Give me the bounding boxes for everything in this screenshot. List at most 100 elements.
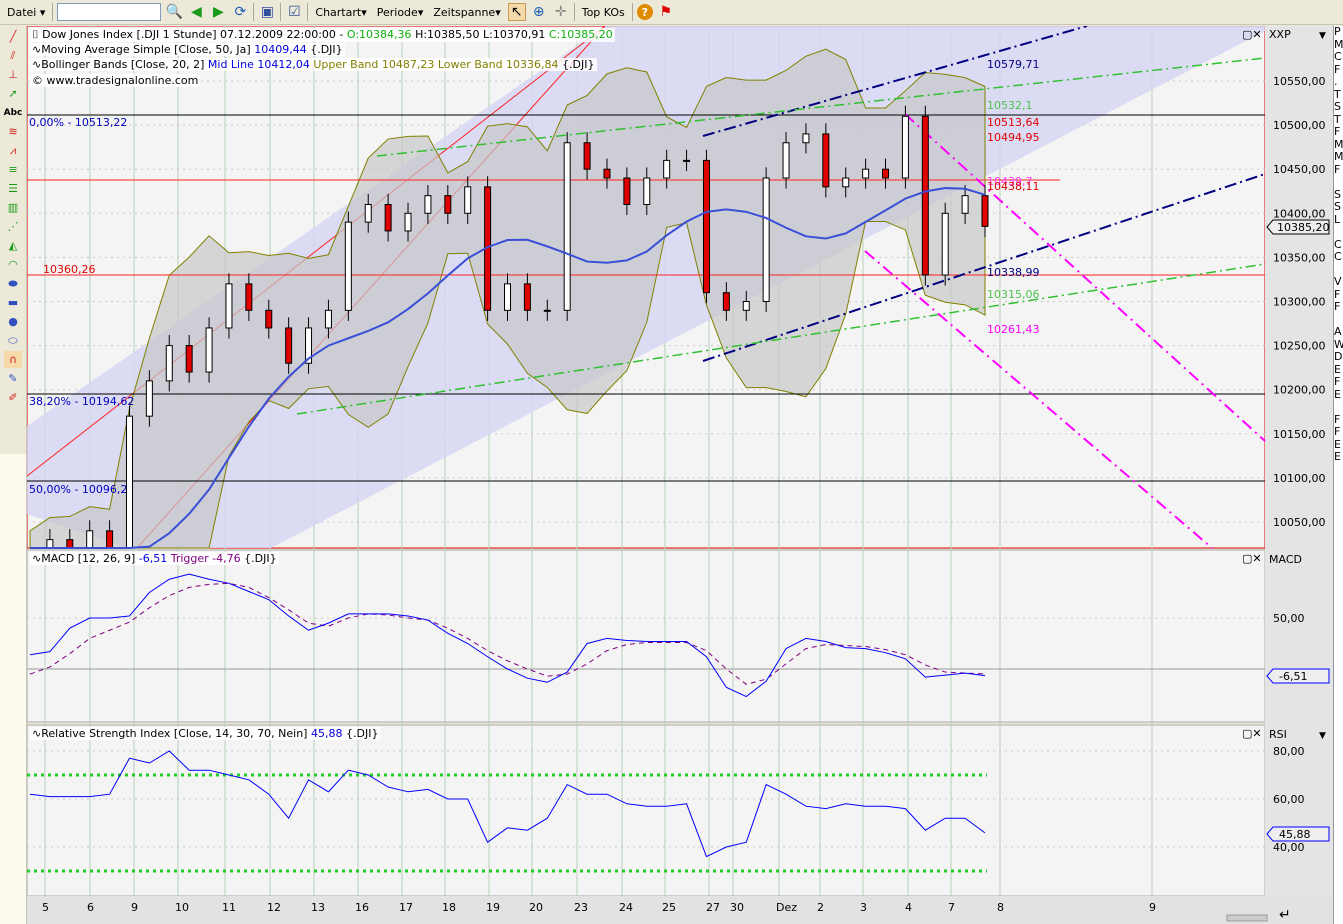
candle-body [384, 203, 392, 232]
candle-body [66, 539, 74, 549]
top-kos-button[interactable]: Top KOs [579, 6, 628, 19]
side-panel-item[interactable]: M [1334, 150, 1343, 164]
candle-body [583, 142, 591, 170]
flag-icon[interactable]: ⚑ [657, 3, 675, 21]
rectangle-icon[interactable]: ▬ [4, 294, 22, 311]
refresh-icon[interactable]: ⟳ [231, 3, 249, 21]
price-tick-label: 10350,00 [1273, 251, 1326, 264]
candle-body [603, 168, 611, 179]
side-panel-item[interactable]: F [1334, 163, 1343, 177]
side-panel-item[interactable]: S [1334, 100, 1343, 114]
chart-symbol-icon: ⌷ [32, 28, 39, 41]
toolbar: Datei ▾ 🔍 ◀ ▶ ⟳ ▣ ☑ Chartart▾ Periode▾ Z… [0, 0, 1343, 25]
panel-maximize-close-icon[interactable]: ▢✕ [1242, 727, 1262, 740]
bb-legend[interactable]: ∿Bollinger Bands [Close, 20, 2] Mid Line… [30, 58, 597, 71]
separator [253, 3, 255, 21]
symbol-search-input[interactable] [57, 3, 162, 21]
left-panel-background [0, 454, 27, 924]
axis-dropdown-icon[interactable]: ▼ [1319, 31, 1326, 41]
candle-body [523, 283, 531, 311]
side-panel-item[interactable]: F [1334, 375, 1343, 389]
candle-body [901, 115, 909, 179]
candle-body [185, 345, 193, 373]
side-panel-item[interactable]: L [1334, 213, 1343, 227]
horizontal-line-icon[interactable]: ⊥ [4, 66, 22, 83]
side-panel-item[interactable]: A [1334, 325, 1343, 339]
side-panel-item[interactable]: D [1334, 350, 1343, 364]
fan-icon[interactable]: ◭ [4, 237, 22, 254]
arrow-tool-icon[interactable]: ➚ [4, 85, 22, 102]
side-panel-item[interactable] [1334, 401, 1343, 414]
help-icon[interactable]: ? [636, 4, 653, 20]
period-menu[interactable]: Periode▾ [374, 6, 427, 19]
back-arrow-icon[interactable]: ◀ [187, 3, 205, 21]
bb-lower: Lower Band 10336,84 [437, 58, 559, 71]
magnet-icon[interactable]: ∩ [4, 351, 22, 368]
text-tool-icon[interactable]: Abc [4, 104, 23, 121]
chart-type-menu[interactable]: Chartart▾ [312, 6, 369, 19]
axis-dropdown-icon[interactable]: ▼ [1319, 731, 1326, 741]
pointer-icon[interactable]: ↖ [507, 3, 526, 21]
side-panel-item[interactable]: . [1334, 75, 1343, 89]
side-panel-item[interactable]: S [1334, 200, 1343, 214]
chart-area[interactable]: 0,00% - 10513,22 38,20% - 10194,62 50,00… [27, 26, 1333, 924]
candle-body [245, 283, 253, 311]
crosshair-icon[interactable]: ✛ [552, 3, 570, 21]
oval-icon[interactable]: ⬭ [4, 332, 22, 349]
levels-icon[interactable]: ☰ [4, 180, 22, 197]
timespan-menu[interactable]: Zeitspanne▾ [430, 6, 503, 19]
eraser-icon[interactable]: ✐ [4, 389, 22, 406]
side-panel-item[interactable]: E [1334, 450, 1343, 464]
fib-0-label: 0,00% - 10513,22 [29, 116, 127, 129]
arc-icon[interactable]: ◠ [4, 256, 22, 273]
reset-view-icon[interactable]: ↵ [1279, 907, 1291, 923]
channel-icon[interactable]: ≡ [4, 161, 22, 178]
checklist-icon[interactable]: ☑ [285, 3, 303, 21]
rsi-tick-label: 60,00 [1273, 793, 1305, 806]
candle-body [842, 177, 850, 188]
panel-maximize-close-icon[interactable]: ▢✕ [1242, 552, 1262, 565]
candle-body [941, 212, 949, 276]
gann-icon[interactable]: ▥ [4, 199, 22, 216]
side-panel-item[interactable]: F [1334, 425, 1343, 439]
macd-legend[interactable]: ∿MACD [12, 26, 9] -6,51 Trigger -4,76 {.… [30, 552, 279, 565]
zoom-in-icon[interactable]: ⊕ [530, 3, 548, 21]
side-panel-item[interactable]: F [1334, 300, 1343, 314]
candle-body [444, 195, 452, 214]
side-panel-item[interactable]: C [1334, 50, 1343, 64]
rsi-legend[interactable]: ∿Relative Strength Index [Close, 14, 30,… [30, 727, 381, 740]
ellipse-icon[interactable]: ⬬ [4, 275, 22, 292]
side-panel-item[interactable]: F [1334, 125, 1343, 139]
side-panel-item[interactable]: C [1334, 250, 1343, 264]
save-icon[interactable]: ▣ [258, 3, 276, 21]
fib-fan-icon[interactable]: ⩘ [4, 142, 22, 159]
side-panel-item[interactable]: E [1334, 388, 1343, 402]
low-value: L:10370,91 [483, 28, 546, 41]
level-label: 10579,71 [987, 58, 1040, 71]
panel-maximize-close-icon[interactable]: ▢✕ [1242, 28, 1262, 41]
side-panel-item[interactable] [1334, 176, 1343, 189]
side-panel-item[interactable]: V [1334, 275, 1343, 289]
line-tool-icon[interactable]: ╱ [4, 28, 22, 45]
ma-legend[interactable]: ∿Moving Average Simple [Close, 50, Ja] 1… [30, 43, 345, 56]
last-price-label: 10385,20 [1277, 221, 1330, 234]
candle-body [702, 159, 710, 294]
pen-icon[interactable]: ✎ [4, 370, 22, 387]
circle-icon[interactable]: ● [4, 313, 22, 330]
level-label: 10438,11 [987, 180, 1040, 193]
macd-value: -6,51 [138, 552, 168, 565]
forward-arrow-icon[interactable]: ▶ [209, 3, 227, 21]
file-menu[interactable]: Datei ▾ [4, 6, 48, 19]
candle-body [742, 301, 750, 311]
candle-body [543, 309, 551, 312]
date-tick-label: 20 [529, 901, 543, 914]
parallel-lines-icon[interactable]: ⫽ [4, 47, 22, 64]
fibonacci-icon[interactable]: ≋ [4, 123, 22, 140]
speed-lines-icon[interactable]: ⋰ [4, 218, 22, 235]
candle-body [225, 283, 233, 329]
horizontal-scrollbar[interactable] [1226, 914, 1268, 922]
side-panel-item[interactable]: P [1334, 26, 1343, 39]
search-icon[interactable]: 🔍 [165, 3, 183, 21]
side-panel-item[interactable] [1334, 226, 1343, 239]
date-tick-label: 30 [730, 901, 744, 914]
